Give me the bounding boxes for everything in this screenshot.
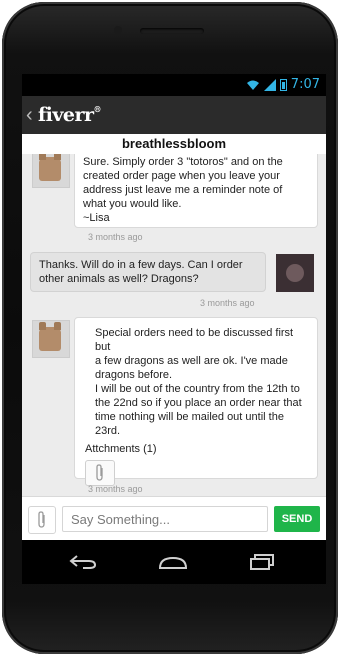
message-line: created order page when you leave your	[83, 170, 280, 182]
message-line: the 22nd so if you place an order near t…	[95, 397, 302, 409]
message-line: other animals as well? Dragons?	[39, 273, 199, 285]
camera	[114, 26, 122, 34]
message-line: time nothing will be mailed out until th…	[95, 411, 284, 423]
nav-back-icon[interactable]	[68, 550, 98, 574]
message-line: Thanks. Will do in a few days. Can I ord…	[39, 259, 243, 271]
wifi-icon	[246, 80, 259, 90]
message-line: Sure. Simply order 3 "totoros" and on th…	[83, 156, 283, 168]
attachment-item[interactable]	[85, 460, 115, 486]
message-bubble: Special orders need to be discussed firs…	[74, 317, 318, 486]
nav-home-icon[interactable]	[158, 550, 188, 574]
message-timestamp: 3 months ago	[88, 232, 143, 242]
seller-avatar[interactable]	[32, 154, 70, 188]
avatar-figure	[39, 322, 61, 351]
phone-frame: 7:07 ‹ fiverr® breathlessbloom Sure. Sim…	[2, 2, 338, 654]
attachments-label: Attchments (1)	[85, 443, 157, 455]
message-timestamp: 3 months ago	[88, 484, 143, 494]
message-line: ~Lisa	[83, 212, 110, 224]
chevron-left-icon[interactable]: ‹	[26, 96, 38, 134]
conversation-title: breathlessbloom	[22, 134, 326, 154]
user-avatar[interactable]	[276, 254, 314, 292]
message-line: Special orders need to be discussed firs…	[95, 327, 294, 353]
avatar-figure	[286, 264, 304, 282]
message-list[interactable]: Sure. Simply order 3 "totoros" and on th…	[22, 154, 326, 496]
message-line: 23rd.	[95, 425, 121, 437]
paperclip-icon	[96, 464, 103, 481]
message-text: Special orders need to be discussed firs…	[85, 326, 309, 438]
message-line: dragons before.	[95, 369, 173, 381]
paperclip-icon	[38, 511, 45, 528]
fiverr-logo[interactable]: fiverr®	[38, 104, 102, 126]
send-button[interactable]: SEND	[274, 506, 320, 532]
message-input[interactable]	[62, 506, 268, 532]
message-line: a few dragons as well are ok. I've made	[95, 355, 288, 367]
message-line: what you would like.	[83, 198, 182, 210]
app-bar: ‹ fiverr®	[22, 96, 326, 135]
logo-text: fiverr	[38, 104, 94, 126]
message-timestamp: 3 months ago	[200, 298, 255, 308]
battery-icon	[279, 78, 287, 91]
status-time: 7:07	[290, 77, 320, 92]
android-nav-bar	[22, 540, 326, 584]
message-bubble: Sure. Simply order 3 "totoros" and on th…	[74, 154, 318, 228]
avatar-figure	[39, 154, 61, 181]
signal-icon	[263, 78, 276, 91]
seller-avatar[interactable]	[32, 320, 70, 358]
message-composer: SEND	[22, 496, 326, 541]
message-bubble: Thanks. Will do in a few days. Can I ord…	[30, 252, 266, 292]
screen: 7:07 ‹ fiverr® breathlessbloom Sure. Sim…	[22, 74, 326, 584]
attach-button[interactable]	[28, 506, 56, 534]
status-icons: 7:07	[246, 77, 320, 92]
nav-recents-icon[interactable]	[248, 550, 278, 574]
speaker-grill	[140, 28, 204, 34]
status-bar: 7:07	[22, 74, 326, 96]
message-line: I will be out of the country from the 12…	[95, 383, 300, 395]
logo-registered: ®	[93, 104, 102, 114]
message-line: address just leave me a reminder note of	[83, 184, 283, 196]
